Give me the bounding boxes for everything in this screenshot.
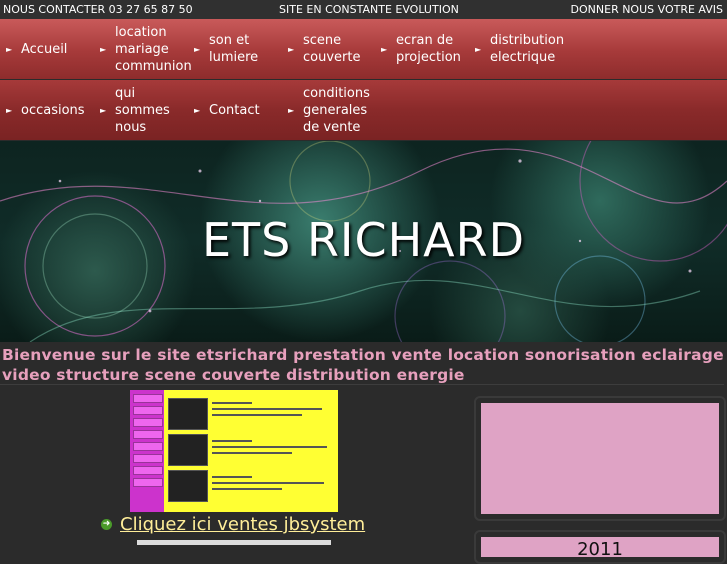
main-nav-row-2: ► occasions ► qui sommes nous ► Contact … — [0, 80, 727, 140]
nav-item-conditions-generales[interactable]: ► conditions generales de vente — [288, 80, 370, 140]
arrow-right-icon: ► — [475, 44, 482, 54]
header-banner: ETS RICHARD — [0, 141, 727, 342]
nav-item-label: conditions generales de vente — [303, 85, 370, 135]
nav-item-label: location mariage communion — [115, 24, 192, 74]
arrow-right-icon: ► — [100, 105, 107, 115]
secondary-image — [137, 540, 331, 545]
arrow-right-icon: ► — [6, 105, 13, 115]
nav-item-label: scene couverte — [303, 33, 361, 65]
jbsystem-link-label[interactable]: Cliquez ici ventes jbsystem — [120, 514, 365, 535]
dj-mixer-thumbnail — [168, 470, 208, 502]
arrow-right-icon: ► — [194, 105, 201, 115]
nav-item-label: son et lumiere — [209, 33, 259, 65]
product-image-sidebar — [130, 390, 164, 512]
arrow-right-icon: ► — [6, 44, 13, 54]
top-bar: NOUS CONTACTER 03 27 65 87 50 SITE EN CO… — [0, 0, 727, 19]
nav-item-label: occasions — [21, 102, 85, 118]
arrow-right-icon: ► — [288, 44, 295, 54]
content-divider — [0, 384, 724, 385]
nav-item-label: qui sommes nous — [115, 85, 170, 135]
sidebar-box-text: 2011 — [577, 539, 623, 560]
nav-item-contact[interactable]: ► Contact — [194, 80, 260, 140]
site-title: ETS RICHARD — [201, 213, 526, 267]
nav-item-distribution-electrique[interactable]: ► distribution electrique — [475, 19, 564, 79]
arrow-circle-icon: ➜ — [101, 519, 112, 530]
sidebar-box: 2011 — [474, 530, 726, 564]
welcome-heading: Bienvenue sur le site etsrichard prestat… — [2, 346, 724, 384]
arrow-right-icon: ► — [100, 44, 107, 54]
sidebar-box — [474, 396, 726, 521]
jbsystem-product-image[interactable] — [130, 390, 338, 512]
nav-item-location-mariage[interactable]: ► location mariage communion — [100, 19, 192, 79]
jbsystem-link[interactable]: ➜ Cliquez ici ventes jbsystem — [101, 514, 365, 535]
nav-item-ecran-projection[interactable]: ► ecran de projection — [381, 19, 461, 79]
main-nav-row-1: ► Accueil ► location mariage communion ►… — [0, 19, 727, 79]
nav-item-label: distribution electrique — [490, 33, 565, 65]
nav-item-qui-sommes-nous[interactable]: ► qui sommes nous — [100, 80, 170, 140]
nav-item-label: Contact — [209, 102, 260, 118]
dj-mixer-thumbnail — [168, 398, 208, 430]
arrow-right-icon: ► — [288, 105, 295, 115]
nav-item-occasions[interactable]: ► occasions — [6, 80, 85, 140]
nav-item-son-lumiere[interactable]: ► son et lumiere — [194, 19, 258, 79]
contact-phone-link[interactable]: NOUS CONTACTER 03 27 65 87 50 — [3, 0, 193, 19]
site-tagline: SITE EN CONSTANTE EVOLUTION — [279, 3, 459, 16]
nav-item-label: ecran de projection — [396, 33, 461, 65]
sidebar-box-content: 2011 — [481, 537, 719, 560]
nav-item-scene-couverte[interactable]: ► scene couverte — [288, 19, 360, 79]
feedback-link[interactable]: DONNER NOUS VOTRE AVIS — [571, 0, 723, 19]
arrow-right-icon: ► — [381, 44, 388, 54]
dj-mixer-thumbnail — [168, 434, 208, 466]
sidebar-box-content — [481, 403, 719, 514]
nav-item-accueil[interactable]: ► Accueil — [6, 19, 67, 79]
nav-item-label: Accueil — [21, 41, 68, 57]
arrow-right-icon: ► — [194, 44, 201, 54]
